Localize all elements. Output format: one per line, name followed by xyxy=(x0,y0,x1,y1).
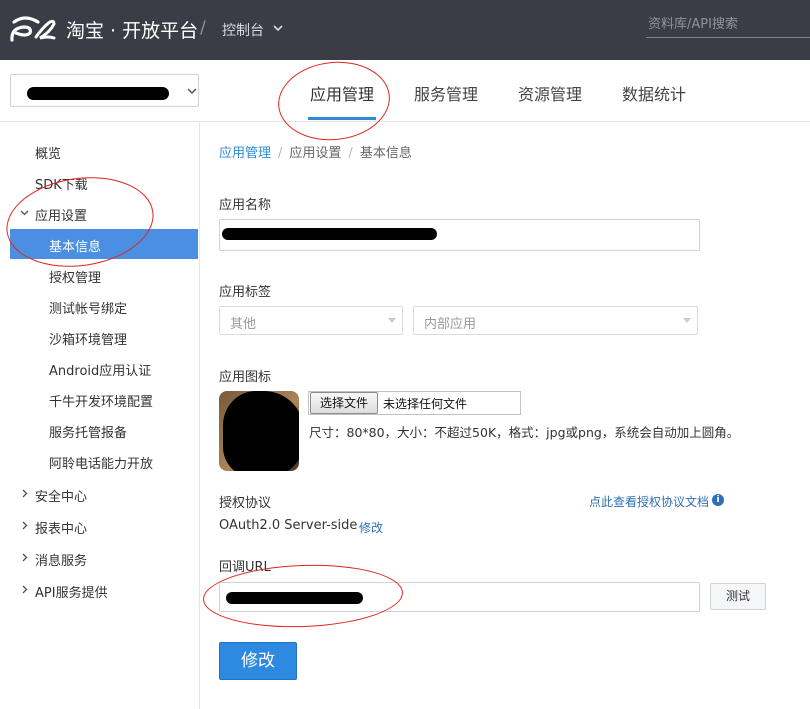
topbar-separator: / xyxy=(200,18,206,38)
breadcrumb: 应用管理 / 应用设置 / 基本信息 xyxy=(219,142,412,161)
sidebar-item-label: 服务托管报备 xyxy=(49,426,128,441)
submit-button[interactable]: 修改 xyxy=(219,642,297,680)
app-name-label: 应用名称 xyxy=(219,198,272,213)
sidebar-item-service-hosting[interactable]: 服务托管报备 xyxy=(10,415,198,445)
sidebar-item-label: 报表中心 xyxy=(35,522,88,537)
chevron-right-icon xyxy=(22,489,28,498)
breadcrumb-app-management[interactable]: 应用管理 xyxy=(219,146,271,161)
sidebar-item-qianniu-config[interactable]: 千牛开发环境配置 xyxy=(10,384,198,414)
chevron-down-icon xyxy=(683,318,691,323)
brand-title[interactable]: 淘宝 · 开放平台 xyxy=(66,16,198,43)
chevron-down-icon[interactable] xyxy=(272,22,284,34)
search-input[interactable] xyxy=(646,12,810,38)
breadcrumb-basic-info: 基本信息 xyxy=(359,146,412,161)
chevron-right-icon xyxy=(22,585,28,594)
sidebar-item-label: API服务提供 xyxy=(35,586,108,601)
sidebar-item-security-center[interactable]: 安全中心 xyxy=(10,479,198,509)
auth-protocol-value: OAuth2.0 Server-side xyxy=(219,518,358,533)
sidebar-item-label: 阿聆电话能力开放 xyxy=(49,457,154,472)
app-selector[interactable] xyxy=(10,74,199,107)
info-icon[interactable]: i xyxy=(712,494,724,506)
sidebar-item-label: 千牛开发环境配置 xyxy=(49,395,154,410)
auth-edit-link[interactable]: 修改 xyxy=(359,519,383,536)
sidebar-item-android-auth[interactable]: Android应用认证 xyxy=(10,353,198,383)
sidebar-item-label: 沙箱环境管理 xyxy=(49,333,128,348)
chevron-down-icon xyxy=(187,88,197,94)
sidebar-item-overview[interactable]: 概览 xyxy=(10,136,198,166)
tag-select-type[interactable]: 内部应用 xyxy=(413,306,698,335)
chevron-right-icon xyxy=(22,553,28,562)
tab-service-management[interactable]: 服务管理 xyxy=(414,81,478,105)
top-bar: 淘宝 · 开放平台 / 控制台 xyxy=(0,0,810,60)
sidebar-item-message-service[interactable]: 消息服务 xyxy=(10,543,198,573)
app-icon-label: 应用图标 xyxy=(219,370,272,385)
breadcrumb-separator: / xyxy=(278,146,283,161)
redacted-app-name-value xyxy=(222,228,437,240)
header-divider xyxy=(0,121,810,122)
sidebar-item-report-center[interactable]: 报表中心 xyxy=(10,511,198,541)
app-tag-label: 应用标签 xyxy=(219,285,272,300)
sidebar-item-phone-capability[interactable]: 阿聆电话能力开放 xyxy=(10,446,198,476)
breadcrumb-app-settings[interactable]: 应用设置 xyxy=(289,146,341,161)
sidebar-item-api-provider[interactable]: API服务提供 xyxy=(10,575,198,605)
sidebar-item-auth-management[interactable]: 授权管理 xyxy=(10,260,198,290)
sidebar-item-sandbox[interactable]: 沙箱环境管理 xyxy=(10,322,198,352)
tab-resource-management[interactable]: 资源管理 xyxy=(518,81,582,105)
icon-hint: 尺寸：80*80，大小：不超过50K，格式：jpg或png，系统会自动加上圆角。 xyxy=(309,425,740,440)
sidebar-item-label: Android应用认证 xyxy=(49,364,152,379)
redacted-app-name xyxy=(27,87,169,100)
test-button[interactable]: 测试 xyxy=(710,583,766,610)
auth-protocol-label: 授权协议 xyxy=(219,496,272,511)
tag-select-value: 其他 xyxy=(230,317,257,332)
file-status: 未选择任何文件 xyxy=(383,397,468,411)
sidebar-item-label: 授权管理 xyxy=(49,271,102,286)
chevron-down-icon xyxy=(388,318,396,323)
console-menu[interactable]: 控制台 xyxy=(222,20,264,40)
auth-doc-link[interactable]: 点此查看授权协议文档 xyxy=(589,493,709,510)
sidebar-item-label: 概览 xyxy=(35,147,62,162)
sidebar-divider xyxy=(199,122,200,709)
breadcrumb-separator: / xyxy=(348,146,353,161)
sidebar-item-label: 测试帐号绑定 xyxy=(49,302,128,317)
tab-data-statistics[interactable]: 数据统计 xyxy=(622,81,686,105)
taobao-logo-icon[interactable] xyxy=(10,16,60,44)
choose-file-button[interactable]: 选择文件 xyxy=(310,392,378,414)
tag-select-category[interactable]: 其他 xyxy=(219,306,403,335)
sidebar-item-label: 安全中心 xyxy=(35,490,88,505)
sidebar-item-test-account[interactable]: 测试帐号绑定 xyxy=(10,291,198,321)
sidebar-item-label: 消息服务 xyxy=(35,554,88,569)
annotation-circle xyxy=(274,56,394,146)
chevron-right-icon xyxy=(22,521,28,530)
redacted-icon xyxy=(223,391,299,471)
tag-select-value: 内部应用 xyxy=(424,317,477,332)
app-icon-preview xyxy=(219,391,299,471)
